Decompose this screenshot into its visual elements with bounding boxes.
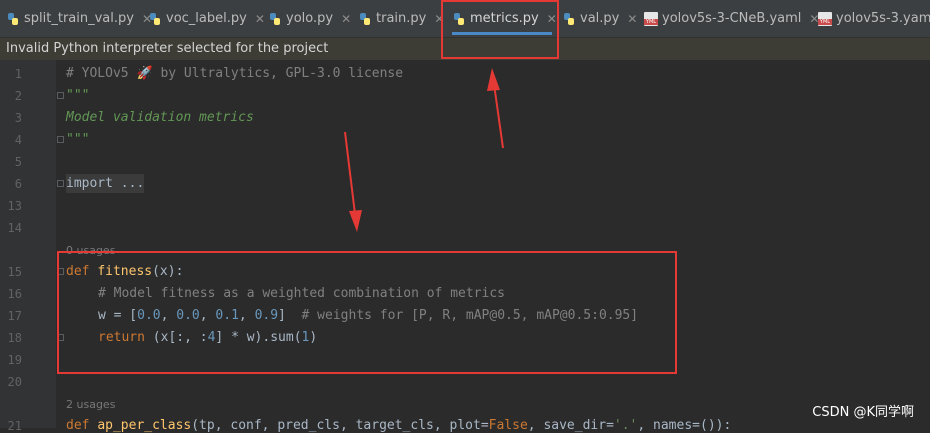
python-file-icon xyxy=(358,12,372,26)
code-text: , names=()): xyxy=(637,418,732,433)
line-number: 6 xyxy=(14,177,22,191)
usages-hint[interactable]: 2 usages xyxy=(66,398,115,411)
code-line-1[interactable]: # YOLOv5 🚀 by Ultralytics, GPL-3.0 licen… xyxy=(66,66,403,81)
watermark: CSDN @K同学啊 xyxy=(812,405,914,420)
close-icon[interactable]: ✕ xyxy=(341,12,351,26)
line-number: 15 xyxy=(7,265,22,279)
code-line-3[interactable]: Model validation metrics xyxy=(66,110,254,125)
tab-val[interactable]: val.py ✕ xyxy=(562,0,637,37)
code-line-2[interactable]: """ xyxy=(66,88,89,103)
line-number: 21 xyxy=(7,419,22,433)
python-file-icon xyxy=(562,12,576,26)
fold-marker-icon[interactable] xyxy=(57,180,64,187)
line-number: 16 xyxy=(7,287,22,301)
yaml-file-icon xyxy=(818,11,832,26)
python-file-icon xyxy=(6,12,20,26)
code-line-21[interactable]: def ap_per_class(tp, conf, pred_cls, tar… xyxy=(66,418,731,433)
code-text: , save_dir= xyxy=(527,418,614,433)
keyword: False xyxy=(488,418,528,433)
line-number: 20 xyxy=(7,375,22,389)
string: '.' xyxy=(613,418,638,433)
python-file-icon xyxy=(268,12,282,26)
close-icon[interactable]: ✕ xyxy=(255,12,265,26)
line-number: 18 xyxy=(7,331,22,345)
line-number: 2 xyxy=(14,89,22,103)
tab-yolov5s-3[interactable]: yolov5s-3.yaml xyxy=(818,0,930,37)
tab-voc-label[interactable]: voc_label.py ✕ xyxy=(148,0,265,37)
tab-label: yolov5s-3-CNeB.yaml xyxy=(662,11,802,26)
line-number: 4 xyxy=(14,133,22,147)
line-number: 17 xyxy=(7,309,22,323)
fold-marker-icon[interactable] xyxy=(57,136,64,143)
function-name: ap_per_class xyxy=(97,418,192,433)
python-file-icon xyxy=(148,12,162,26)
tab-label: yolov5s-3.yaml xyxy=(836,11,930,26)
yaml-file-icon xyxy=(644,11,658,26)
tab-label: val.py xyxy=(580,11,620,26)
code-line-4[interactable]: """ xyxy=(66,132,89,147)
tab-split-train-val[interactable]: split_train_val.py ✕ xyxy=(6,0,152,37)
code-text: (tp, conf, pred_cls, target_cls, plot= xyxy=(191,418,489,433)
tab-yolov5s-3-cneb[interactable]: yolov5s-3-CNeB.yaml ✕ xyxy=(644,0,819,37)
line-number: 13 xyxy=(7,199,22,213)
annotation-box-tab xyxy=(441,0,559,59)
code-line-6[interactable]: import ... xyxy=(66,174,145,193)
tab-label: voc_label.py xyxy=(166,11,247,26)
line-number: 19 xyxy=(7,353,22,367)
tab-label: train.py xyxy=(376,11,427,26)
line-number: 1 xyxy=(14,67,22,81)
tab-yolo[interactable]: yolo.py ✕ xyxy=(268,0,351,37)
tab-label: yolo.py xyxy=(286,11,334,26)
line-number: 5 xyxy=(14,155,22,169)
arrow-down-icon xyxy=(344,131,362,232)
tab-label: split_train_val.py xyxy=(24,11,134,26)
tab-train[interactable]: train.py ✕ xyxy=(358,0,444,37)
keyword: def xyxy=(66,418,98,433)
fold-marker-icon[interactable] xyxy=(57,92,64,99)
annotation-box-code xyxy=(57,251,677,374)
arrow-up-icon xyxy=(487,68,504,149)
line-number: 14 xyxy=(7,221,22,235)
collapsed-imports[interactable]: import ... xyxy=(66,174,145,193)
line-number: 3 xyxy=(14,111,22,125)
close-icon[interactable]: ✕ xyxy=(627,12,637,26)
